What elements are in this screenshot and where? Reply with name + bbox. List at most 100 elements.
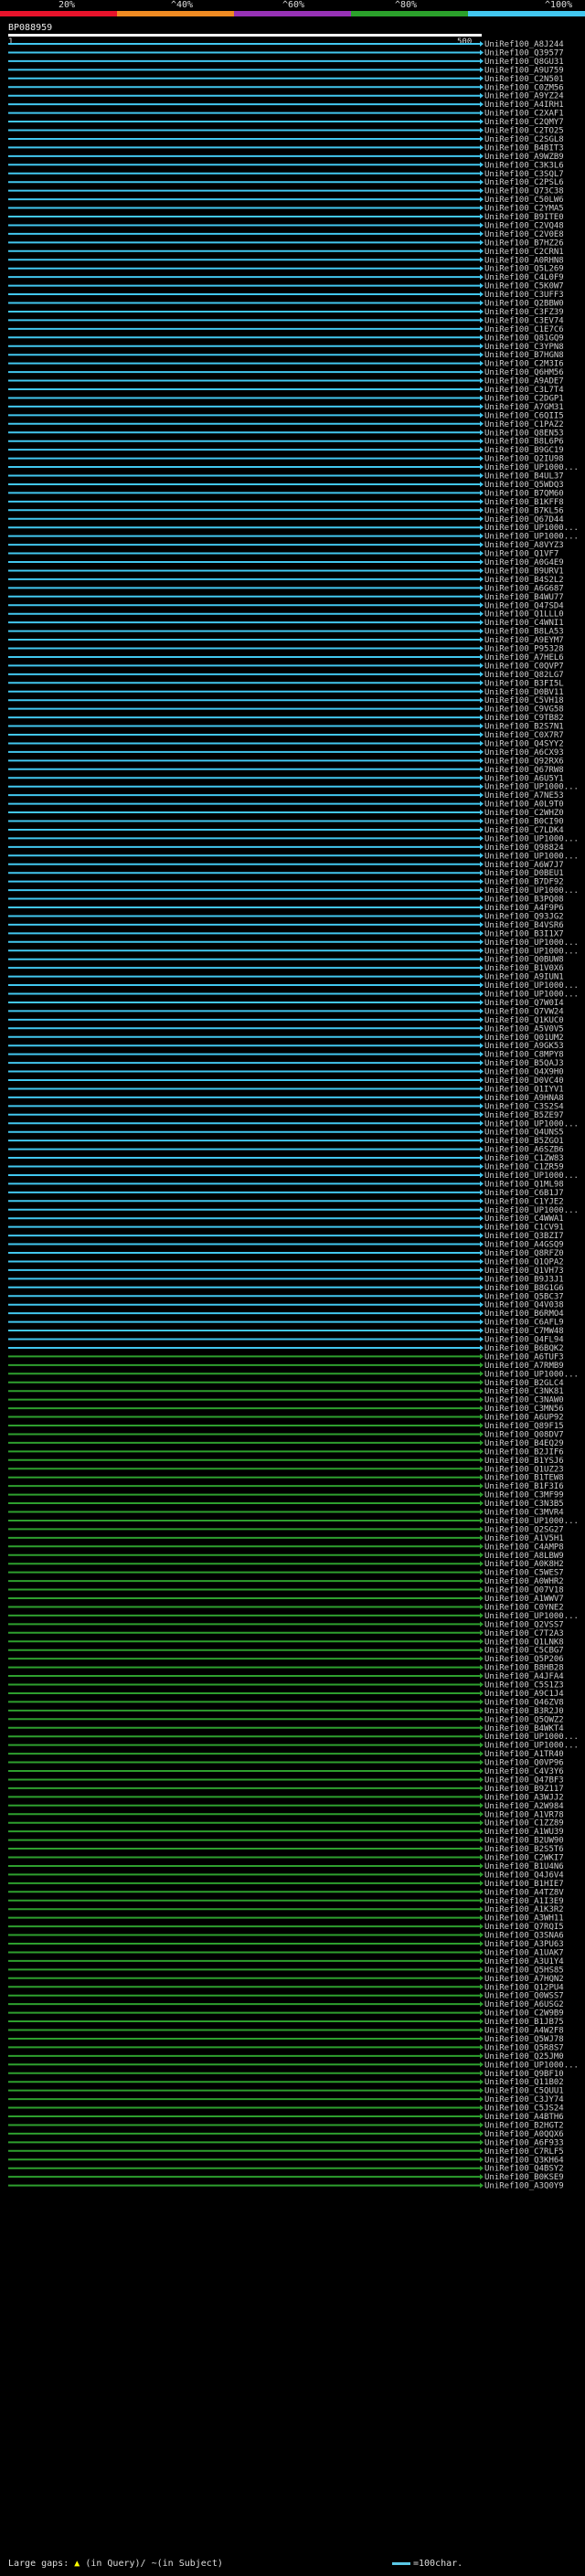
hit-row[interactable]: UniRef100_A9GK53 (8, 1042, 564, 1051)
hit-row[interactable]: UniRef100_A1WU39 (8, 1828, 564, 1837)
hit-row[interactable]: UniRef100_Q93JG2 (8, 912, 564, 921)
hit-row[interactable]: UniRef100_C5S1Z3 (8, 1681, 564, 1691)
hit-row[interactable]: UniRef100_Q2SG27 (8, 1525, 564, 1534)
hit-row[interactable]: UniRef100_Q8RFZ0 (8, 1249, 564, 1258)
hit-row[interactable]: UniRef100_C3S2S4 (8, 1102, 564, 1111)
hit-row[interactable]: UniRef100_C7RLF5 (8, 2147, 564, 2157)
hit-row[interactable]: UniRef100_C4AMP8 (8, 1542, 564, 1552)
hit-row[interactable]: UniRef100_A5V0V5 (8, 1024, 564, 1034)
hit-row[interactable]: UniRef100_C2WKI7 (8, 1854, 564, 1863)
hit-row[interactable]: UniRef100_Q1UZ23 (8, 1465, 564, 1474)
hit-row[interactable]: UniRef100_A6F933 (8, 2138, 564, 2147)
hit-row[interactable]: UniRef100_A6G687 (8, 584, 564, 593)
hit-row[interactable]: UniRef100_B0CI90 (8, 818, 564, 827)
hit-row[interactable]: UniRef100_C1CV91 (8, 1224, 564, 1233)
hit-row[interactable]: UniRef100_Q89F15 (8, 1422, 564, 1431)
hit-row[interactable]: UniRef100_B7KL56 (8, 506, 564, 515)
hit-row[interactable]: UniRef100_C5VH18 (8, 696, 564, 705)
hit-row[interactable]: UniRef100_A6CX93 (8, 748, 564, 758)
hit-row[interactable]: UniRef100_A3WH11 (8, 1914, 564, 1924)
hit-row[interactable]: UniRef100_Q0VP96 (8, 1759, 564, 1768)
hit-row[interactable]: UniRef100_C3NK81 (8, 1387, 564, 1396)
hit-row[interactable]: UniRef100_B9GC19 (8, 446, 564, 455)
hit-row[interactable]: UniRef100_B9Z117 (8, 1785, 564, 1794)
hit-row[interactable]: UniRef100_A8VYZ3 (8, 541, 564, 550)
hit-row[interactable]: UniRef100_A1I3E9 (8, 1897, 564, 1906)
hit-row[interactable]: UniRef100_C6AFL9 (8, 1319, 564, 1328)
hit-row[interactable]: UniRef100_C1PAZ2 (8, 420, 564, 429)
hit-row[interactable]: UniRef100_A4GSQ9 (8, 1241, 564, 1250)
hit-row[interactable]: UniRef100_B4UL37 (8, 472, 564, 482)
hit-row[interactable]: UniRef100_C50LW6 (8, 196, 564, 205)
hit-row[interactable]: UniRef100_B2JIF6 (8, 1447, 564, 1457)
hit-row[interactable]: UniRef100_B7QM60 (8, 489, 564, 498)
hit-row[interactable]: UniRef100_C2M3I6 (8, 360, 564, 369)
hit-row[interactable]: UniRef100_B2UW90 (8, 1837, 564, 1846)
hit-row[interactable]: UniRef100_B6RMO4 (8, 1309, 564, 1319)
hit-row[interactable]: UniRef100_C0ZM56 (8, 83, 564, 92)
hit-row[interactable]: UniRef100_A9WZB9 (8, 153, 564, 162)
hit-row[interactable]: UniRef100_C2W9B9 (8, 2009, 564, 2019)
hit-row[interactable]: UniRef100_C3FZ39 (8, 308, 564, 317)
hit-row[interactable]: UniRef100_Q07V18 (8, 1586, 564, 1595)
hit-row[interactable]: UniRef100_Q47SD4 (8, 601, 564, 610)
hit-row[interactable]: UniRef100_C0X7R7 (8, 731, 564, 740)
hit-row[interactable]: UniRef100_Q4X9H0 (8, 1068, 564, 1077)
hit-row[interactable]: UniRef100_A1UAK7 (8, 1948, 564, 1957)
hit-row[interactable]: UniRef100_Q2BBW0 (8, 300, 564, 309)
hit-row[interactable]: UniRef100_B9J3J1 (8, 1275, 564, 1284)
hit-row[interactable]: UniRef100_A9HNA8 (8, 1094, 564, 1103)
hit-row[interactable]: UniRef100_Q11B02 (8, 2078, 564, 2087)
hit-row[interactable]: UniRef100_A4F9P6 (8, 904, 564, 913)
hit-row[interactable]: UniRef100_A7RMB9 (8, 1362, 564, 1371)
hit-row[interactable]: UniRef100_A6W7J7 (8, 861, 564, 870)
hit-row[interactable]: UniRef100_Q4BSY2 (8, 2165, 564, 2174)
hit-row[interactable]: UniRef100_Q67D44 (8, 515, 564, 525)
hit-row[interactable]: UniRef100_A3U1Y4 (8, 1957, 564, 1966)
hit-row[interactable]: UniRef100_Q98824 (8, 843, 564, 853)
hit-row[interactable]: UniRef100_Q3BZI7 (8, 1232, 564, 1241)
hit-row[interactable]: UniRef100_Q4V038 (8, 1301, 564, 1310)
hit-row[interactable]: UniRef100_A4BTH6 (8, 2113, 564, 2122)
hit-row[interactable]: UniRef100_Q25JM0 (8, 2052, 564, 2062)
hit-row[interactable]: UniRef100_Q01UM2 (8, 1034, 564, 1043)
hit-row[interactable]: UniRef100_B4BIT3 (8, 143, 564, 153)
hit-row[interactable]: UniRef100_Q5WDQ3 (8, 481, 564, 490)
hit-row[interactable]: UniRef100_A0QQX6 (8, 2130, 564, 2139)
hit-row[interactable]: UniRef100_B2S7N1 (8, 723, 564, 732)
hit-row[interactable]: UniRef100_C2YMA5 (8, 205, 564, 214)
hit-row[interactable]: UniRef100_A1V5H1 (8, 1534, 564, 1543)
hit-row[interactable]: UniRef100_C3UFF3 (8, 291, 564, 300)
hit-row[interactable]: UniRef100_A6UP92 (8, 1414, 564, 1423)
hit-row[interactable]: UniRef100_A4TZ8V (8, 1888, 564, 1897)
hit-row[interactable]: UniRef100_A1VR78 (8, 1810, 564, 1819)
hit-row[interactable]: UniRef100_Q8GU31 (8, 58, 564, 67)
hit-row[interactable]: UniRef100_C4L0F9 (8, 273, 564, 282)
hit-row[interactable]: UniRef100_Q12PU4 (8, 1983, 564, 1992)
hit-row[interactable]: UniRef100_B1KFF8 (8, 498, 564, 507)
hit-row[interactable]: UniRef100_B3R2J0 (8, 1707, 564, 1716)
hit-row[interactable]: UniRef100_Q08DV7 (8, 1430, 564, 1439)
hit-row[interactable]: UniRef100_Q5L269 (8, 265, 564, 274)
hit-row[interactable]: UniRef100_C2V0E8 (8, 230, 564, 239)
hit-row[interactable]: UniRef100_D0VC40 (8, 1076, 564, 1086)
hit-row[interactable]: UniRef100_C3MVR4 (8, 1509, 564, 1518)
hit-row[interactable]: UniRef100_Q1LNK8 (8, 1638, 564, 1647)
hit-row[interactable]: UniRef100_B3PQ08 (8, 896, 564, 905)
hit-row[interactable]: UniRef100_A7HEL6 (8, 653, 564, 663)
hit-row[interactable]: UniRef100_C1ZW83 (8, 1154, 564, 1163)
hit-row[interactable]: UniRef100_C2TO25 (8, 127, 564, 136)
hit-row[interactable]: UniRef100_Q7W0I4 (8, 999, 564, 1008)
hit-row[interactable]: UniRef100_C3MN56 (8, 1405, 564, 1414)
hit-row[interactable]: UniRef100_B4VSR6 (8, 921, 564, 930)
hit-row[interactable]: UniRef100_C2QMY7 (8, 118, 564, 127)
hit-row[interactable]: UniRef100_A9U759 (8, 66, 564, 75)
hit-row[interactable]: UniRef100_Q3KH64 (8, 2156, 564, 2165)
hit-row[interactable]: UniRef100_B1YSJ6 (8, 1457, 564, 1466)
hit-row[interactable]: UniRef100_C2WHZ0 (8, 809, 564, 818)
hit-row[interactable]: UniRef100_Q1VF7 (8, 550, 558, 559)
hit-row[interactable]: UniRef100_A6USG2 (8, 2000, 564, 2009)
hit-row[interactable]: UniRef100_A1K3R2 (8, 1905, 564, 1914)
hit-row[interactable]: UniRef100_B5ZE97 (8, 1111, 564, 1120)
hit-row[interactable]: UniRef100_Q2VSS7 (8, 1620, 564, 1629)
